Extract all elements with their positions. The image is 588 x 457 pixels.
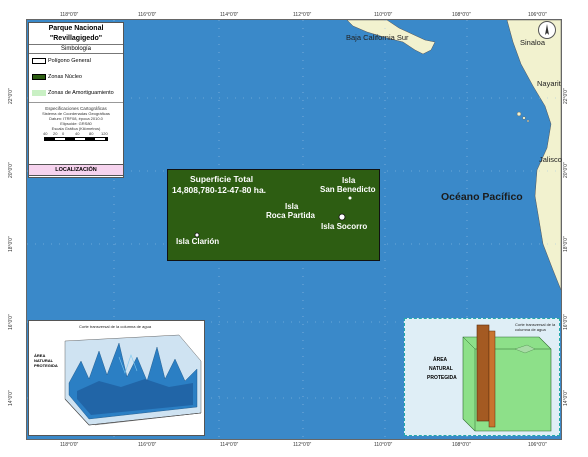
san-benedicto-island [348,196,352,200]
scale-bar: 40 20 0 40 80 120 [29,131,123,141]
place-baja: Baja California Sur [346,33,409,42]
amortiguamiento-swatch [32,90,46,96]
scale-tick: 80 [89,131,94,136]
legend-row-nucleo: Zonas Núcleo [29,70,123,86]
islands [194,196,352,238]
lat-label: 16°0'0" [563,314,569,330]
lon-label: 108°0'0" [452,12,471,18]
scale-tick: 40 [43,131,48,136]
legend-panel: Parque Nacional "Revillagigedo" Simbolog… [28,22,124,178]
legend-poligono-label: Polígono General [48,58,91,64]
lat-label: 20°0'0" [563,162,569,178]
scale-bar-graphic [44,137,108,141]
lon-label: 106°0'0" [528,442,547,448]
lon-label: 110°0'0" [374,12,393,18]
clarion-island [194,232,200,238]
lon-label: 114°0'0" [220,12,239,18]
nucleo-swatch [32,74,46,80]
lon-label: 114°0'0" [220,442,239,448]
inset-water-column-section: Corte transversal de la columna de agua … [404,318,560,436]
north-arrow-icon [538,21,556,39]
place-nayarit: Nayarit [537,79,561,88]
lon-label: 106°0'0" [528,12,547,18]
lat-label: 20°0'0" [8,162,14,178]
scale-tick: 40 [75,131,80,136]
lat-label: 22°0'0" [563,88,569,104]
lat-label: 16°0'0" [8,314,14,330]
legend-simbologia: Simbología [29,44,123,54]
lon-label: 116°0'0" [138,12,157,18]
lon-label: 118°0'0" [60,442,79,448]
legend-row-poligono: Polígono General [29,54,123,70]
right-area-label-2: NATURAL [429,366,453,372]
lon-label: 108°0'0" [452,442,471,448]
place-jalisco: Jalisco [539,155,562,164]
lat-label: 14°0'0" [8,390,14,406]
legend-nucleo-label: Zonas Núcleo [48,74,82,80]
right-area-label-3: PROTEGIDA [427,375,457,381]
right-area-label-1: ÁREA [433,357,448,363]
island-small-2 [526,119,530,123]
inset-left-graphic [64,334,202,426]
lat-label: 18°0'0" [563,236,569,252]
scale-tick: 0 [62,131,65,136]
legend-title-1: Parque Nacional [48,25,104,32]
legend-amortiguamiento-label: Zonas de Amortiguamiento [48,90,114,96]
ocean-label: Océano Pacífico [441,191,523,203]
inset-water-column-3d: Corte transversal de la columna de agua … [28,320,205,436]
scale-tick: 20 [53,131,58,136]
socorro-island [338,213,346,221]
lon-label: 118°0'0" [60,12,79,18]
place-sinaloa: Sinaloa [520,38,546,47]
lon-label: 112°0'0" [293,442,312,448]
islas-marias [516,111,522,117]
lat-label: 22°0'0" [8,88,14,104]
lat-label: 14°0'0" [563,390,569,406]
lon-label: 112°0'0" [293,12,312,18]
lon-label: 110°0'0" [374,442,393,448]
lon-label: 116°0'0" [138,442,157,448]
poligono-swatch [32,58,46,64]
legend-title-2: "Revillagigedo" [49,35,103,42]
park-polygon: Superficie Total 14,808,780-12-47-80 ha.… [167,169,380,261]
localizacion-bar: LOCALIZACIÓN [28,164,124,176]
legend-row-amortiguamiento: Zonas de Amortiguamiento [29,86,123,102]
spec-block: Especificaciones Cartográficas Sistema d… [29,102,123,141]
lat-label: 18°0'0" [8,236,14,252]
island-small-1 [522,116,526,120]
scale-tick: 120 [101,131,108,136]
